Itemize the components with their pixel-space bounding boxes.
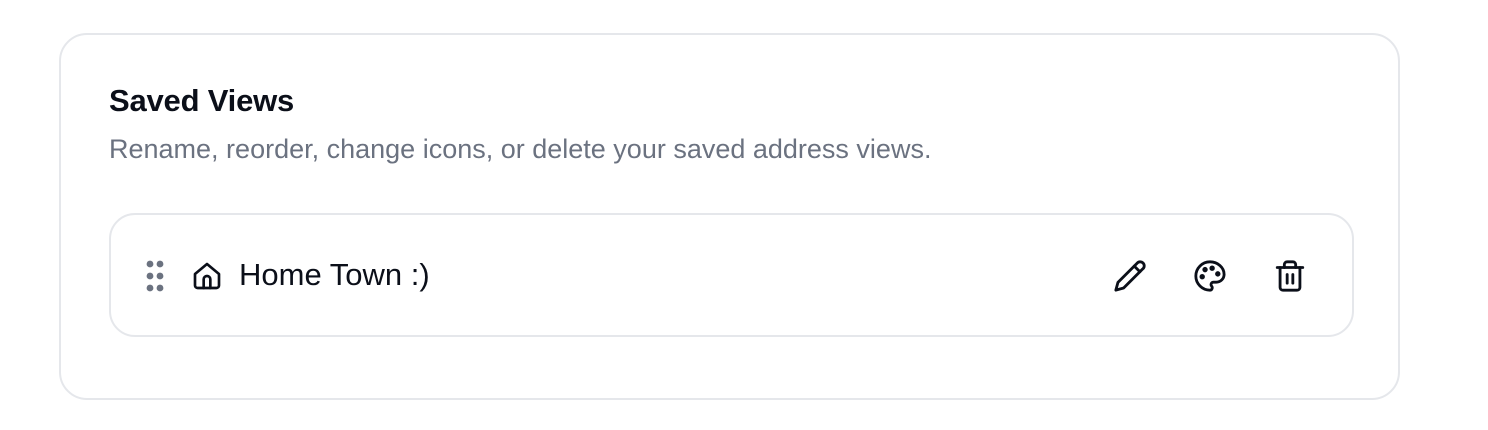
home-icon: [191, 260, 223, 292]
palette-icon: [1193, 259, 1227, 293]
pencil-icon: [1113, 259, 1147, 293]
section-description: Rename, reorder, change icons, or delete…: [109, 134, 932, 164]
rename-button[interactable]: [1098, 249, 1162, 303]
change-icon-button[interactable]: [1178, 249, 1242, 303]
drag-handle-icon[interactable]: [145, 259, 165, 293]
saved-views-card: Saved Views Rename, reorder, change icon…: [59, 33, 1400, 400]
section-title: Saved Views: [109, 83, 295, 118]
saved-view-actions: [1098, 249, 1322, 303]
trash-icon: [1273, 259, 1307, 293]
saved-view-item[interactable]: Home Town :): [109, 213, 1354, 337]
saved-view-name: Home Town :): [239, 257, 430, 292]
saved-views-list: Home Town :): [109, 213, 1354, 337]
delete-button[interactable]: [1258, 249, 1322, 303]
